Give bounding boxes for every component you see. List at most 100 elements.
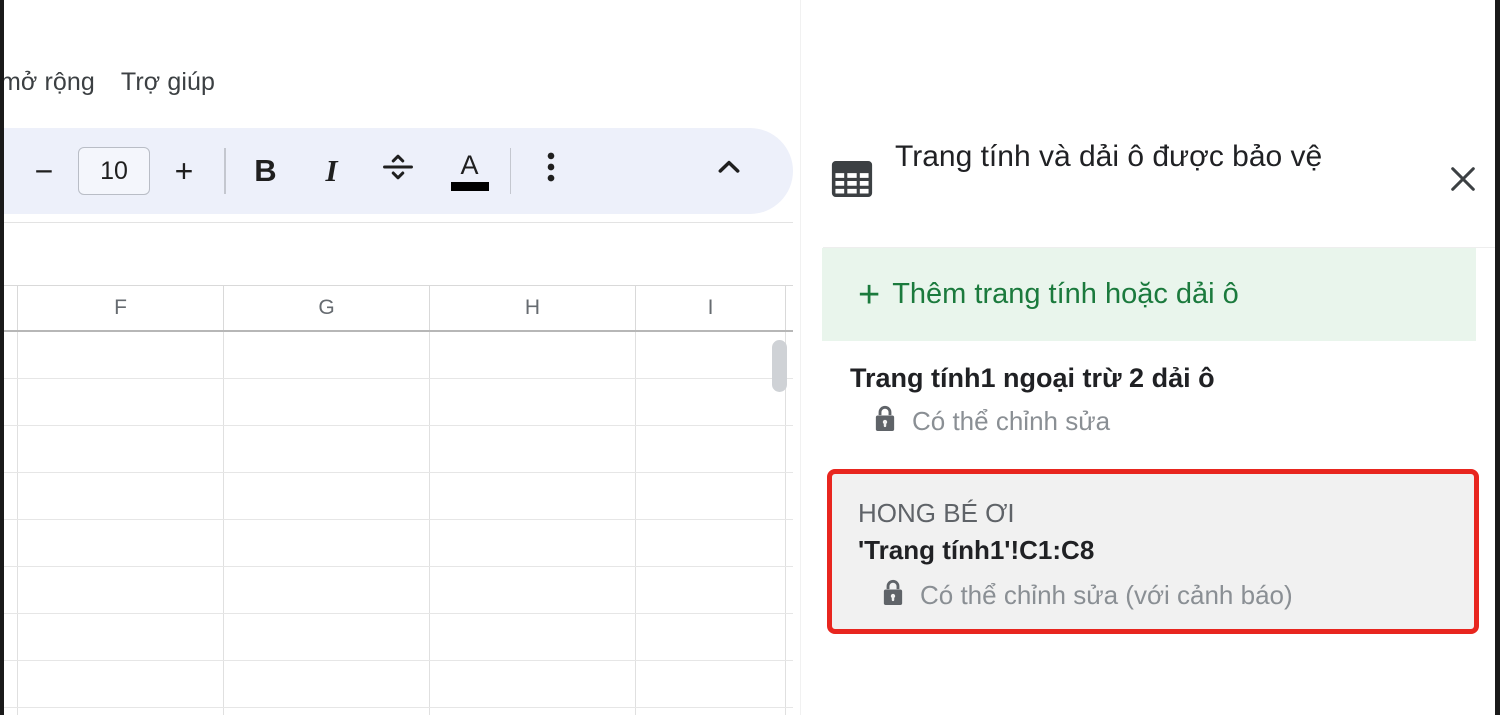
highlighted-range-reference: 'Trang tính1'!C1:C8 xyxy=(858,534,1095,565)
row-header[interactable] xyxy=(4,473,18,519)
menu-bar: mở rộng Trợ giúp xyxy=(4,70,215,95)
panel-title: Trang tính và dải ô được bảo vệ xyxy=(895,140,1323,173)
grid-row[interactable] xyxy=(4,379,793,426)
grid-cell[interactable] xyxy=(430,661,636,707)
row-header[interactable] xyxy=(4,567,18,613)
grid-cell[interactable] xyxy=(636,332,786,378)
row-header[interactable] xyxy=(4,661,18,707)
grid-cell[interactable] xyxy=(636,379,786,425)
grid-cell[interactable] xyxy=(18,661,224,707)
app-window: mở rộng Trợ giúp − 10 + B I A F G H I Tr… xyxy=(0,0,1500,715)
grid-cell[interactable] xyxy=(224,661,430,707)
grid-cell[interactable] xyxy=(636,473,786,519)
grid-cell[interactable] xyxy=(636,520,786,566)
grid-row[interactable] xyxy=(4,426,793,473)
collapse-toolbar-button[interactable] xyxy=(705,141,753,201)
add-sheet-or-range-label: Thêm trang tính hoặc dải ô xyxy=(892,278,1239,310)
grid-cell[interactable] xyxy=(430,379,636,425)
add-sheet-or-range-button[interactable]: + Thêm trang tính hoặc dải ô xyxy=(822,248,1476,341)
grid-cell[interactable] xyxy=(430,426,636,472)
menu-item-help[interactable]: Trợ giúp xyxy=(121,70,215,95)
chevron-up-icon xyxy=(710,148,748,194)
grid-row[interactable] xyxy=(4,661,793,708)
row-header[interactable] xyxy=(4,426,18,472)
vertical-scrollbar-thumb[interactable] xyxy=(772,340,787,392)
grid-row[interactable] xyxy=(4,708,793,715)
grid-rows xyxy=(4,332,793,715)
more-options-button[interactable] xyxy=(527,141,575,201)
column-header-h[interactable]: H xyxy=(430,286,636,330)
highlighted-range-permission: Có thể chỉnh sửa (với cảnh báo) xyxy=(920,579,1293,610)
grid-row[interactable] xyxy=(4,473,793,520)
grid-row[interactable] xyxy=(4,332,793,379)
more-vertical-icon xyxy=(546,148,556,194)
grid-cell[interactable] xyxy=(636,567,786,613)
grid-cell[interactable] xyxy=(430,567,636,613)
text-color-letter: A xyxy=(460,149,479,180)
close-icon xyxy=(1444,160,1482,203)
formatting-toolbar: − 10 + B I A xyxy=(4,128,793,214)
grid-cell[interactable] xyxy=(18,614,224,660)
grid-cell[interactable] xyxy=(224,708,430,715)
bold-button[interactable]: B xyxy=(242,141,290,201)
menu-item-extensions[interactable]: mở rộng xyxy=(4,70,95,95)
highlighted-range-permission-row: Có thể chỉnh sửa (với cảnh báo) xyxy=(858,578,1474,613)
column-header-row: F G H I xyxy=(4,285,793,332)
grid-cell[interactable] xyxy=(224,426,430,472)
grid-cell[interactable] xyxy=(430,614,636,660)
grid-cell[interactable] xyxy=(18,332,224,378)
strikethrough-button[interactable] xyxy=(374,141,422,201)
highlighted-protected-range-item[interactable]: HONG BÉ ƠI 'Trang tính1'!C1:C8 Có thể ch… xyxy=(827,469,1479,634)
grid-row[interactable] xyxy=(4,614,793,661)
column-header-i[interactable]: I xyxy=(636,286,786,330)
toolbar-divider-2 xyxy=(509,148,511,194)
decrease-font-size-button[interactable]: − xyxy=(20,141,68,201)
grid-cell[interactable] xyxy=(224,332,430,378)
grid-row[interactable] xyxy=(4,520,793,567)
grid-cell[interactable] xyxy=(430,520,636,566)
text-color-swatch xyxy=(450,181,489,191)
protected-sheet-icon xyxy=(827,154,887,209)
grid-cell[interactable] xyxy=(224,567,430,613)
spreadsheet-grid[interactable]: F G H I xyxy=(4,222,793,715)
row-header[interactable] xyxy=(4,614,18,660)
highlighted-range-title: HONG BÉ ƠI xyxy=(858,498,1015,528)
grid-cell[interactable] xyxy=(430,473,636,519)
grid-cell[interactable] xyxy=(18,426,224,472)
column-header-g[interactable]: G xyxy=(224,286,430,330)
protected-range-permission: Có thể chỉnh sửa xyxy=(912,405,1111,436)
italic-button[interactable]: I xyxy=(308,141,356,201)
grid-cell[interactable] xyxy=(18,379,224,425)
grid-cell[interactable] xyxy=(224,379,430,425)
grid-cell[interactable] xyxy=(636,708,786,715)
lock-icon xyxy=(880,578,906,613)
grid-cell[interactable] xyxy=(636,426,786,472)
row-header[interactable] xyxy=(4,332,18,378)
grid-corner[interactable] xyxy=(4,286,18,330)
grid-cell[interactable] xyxy=(18,473,224,519)
grid-row[interactable] xyxy=(4,567,793,614)
grid-cell[interactable] xyxy=(430,332,636,378)
font-size-input[interactable]: 10 xyxy=(78,147,150,195)
grid-cell[interactable] xyxy=(224,520,430,566)
close-panel-button[interactable] xyxy=(1430,160,1495,203)
grid-cell[interactable] xyxy=(18,708,224,715)
increase-font-size-button[interactable]: + xyxy=(160,141,208,201)
row-header[interactable] xyxy=(4,520,18,566)
grid-cell[interactable] xyxy=(636,661,786,707)
list-item[interactable]: Trang tính1 ngoại trừ 2 dải ô Có thể chỉ… xyxy=(850,362,1470,439)
grid-cell[interactable] xyxy=(18,567,224,613)
strikethrough-icon xyxy=(379,148,417,194)
row-header[interactable] xyxy=(4,379,18,425)
grid-cell[interactable] xyxy=(224,473,430,519)
row-header[interactable] xyxy=(4,708,18,715)
grid-cell[interactable] xyxy=(430,708,636,715)
panel-header: Trang tính và dải ô được bảo vệ xyxy=(801,120,1495,246)
text-color-button[interactable]: A xyxy=(446,141,494,201)
column-header-f[interactable]: F xyxy=(18,286,224,330)
grid-cell[interactable] xyxy=(18,520,224,566)
grid-cell[interactable] xyxy=(636,614,786,660)
grid-cell[interactable] xyxy=(224,614,430,660)
protected-range-permission-row: Có thể chỉnh sửa xyxy=(850,404,1470,439)
grid-top-rule xyxy=(4,222,793,223)
